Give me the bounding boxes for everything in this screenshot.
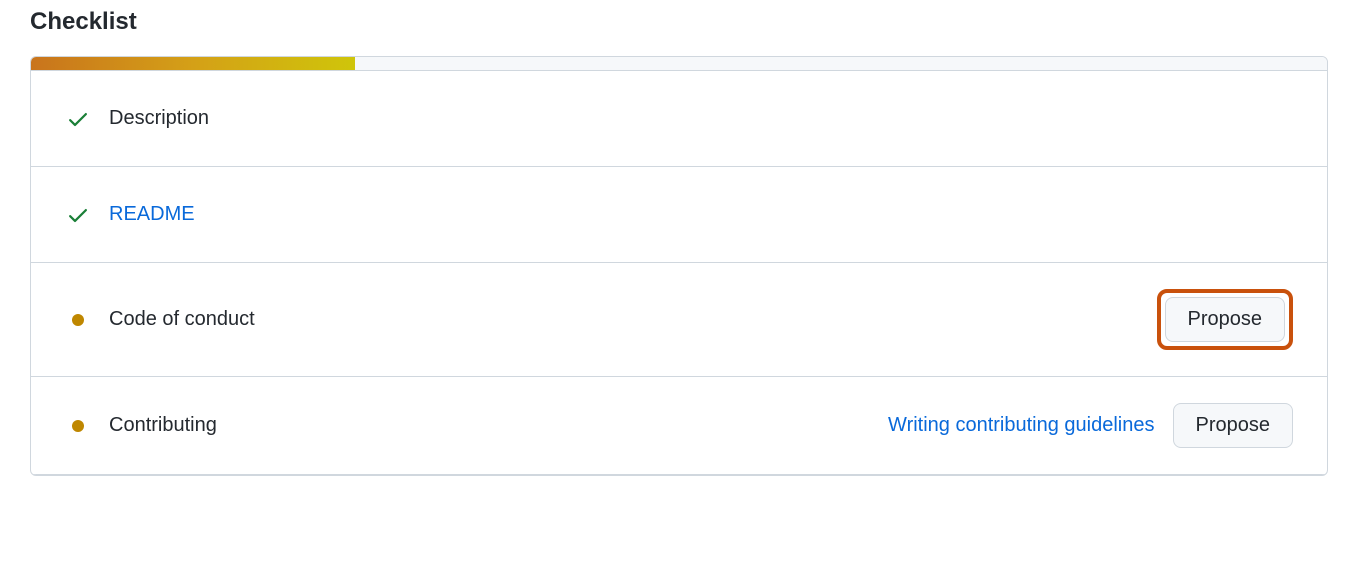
item-label-code-of-conduct: Code of conduct xyxy=(109,308,1157,331)
item-link-readme[interactable]: README xyxy=(109,203,1293,226)
item-label-contributing: Contributing xyxy=(109,414,888,437)
checklist-row-description: Description xyxy=(31,71,1327,167)
checklist-row-readme: README xyxy=(31,167,1327,263)
check-icon xyxy=(65,107,91,131)
checklist-row-code-of-conduct: Code of conduct Propose xyxy=(31,263,1327,377)
pending-dot-icon xyxy=(65,420,91,432)
checklist-container: Description README Code of conduct Propo… xyxy=(30,56,1328,476)
propose-button-code-of-conduct[interactable]: Propose xyxy=(1165,297,1286,342)
checklist-row-contributing: Contributing Writing contributing guidel… xyxy=(31,377,1327,475)
propose-button-contributing[interactable]: Propose xyxy=(1173,403,1294,448)
highlight-outline: Propose xyxy=(1157,289,1294,350)
item-label-description: Description xyxy=(109,107,1293,130)
checklist-heading: Checklist xyxy=(30,8,1328,36)
pending-dot-icon xyxy=(65,314,91,326)
check-icon xyxy=(65,203,91,227)
progress-bar xyxy=(31,57,1327,71)
progress-fill xyxy=(31,57,355,70)
help-link-contributing-guidelines[interactable]: Writing contributing guidelines xyxy=(888,414,1154,437)
